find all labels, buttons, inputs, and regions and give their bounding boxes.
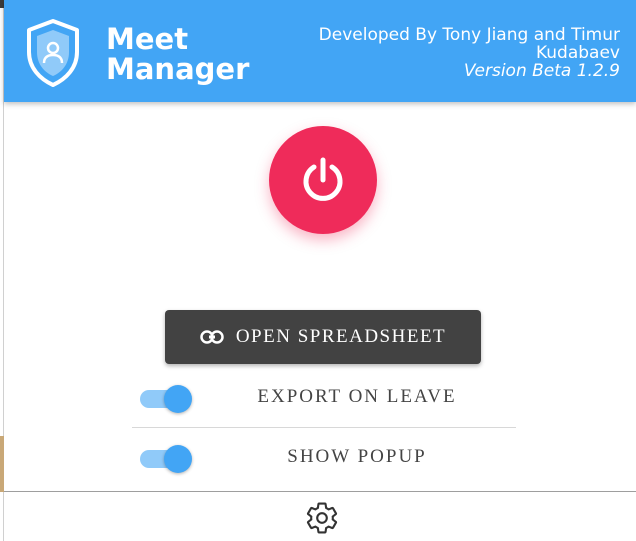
toggle-knob — [164, 385, 192, 413]
export-on-leave-row: EXPORT ON LEAVE — [132, 368, 516, 426]
show-popup-row: SHOW POPUP — [132, 428, 516, 486]
credits: Developed By Tony Jiang and Timur Kudaba… — [290, 26, 620, 80]
open-spreadsheet-button[interactable]: OPEN SPREADSHEET — [165, 310, 481, 364]
app-title-line1: Meet — [106, 22, 189, 56]
version-label: Version Beta 1.2.9 — [463, 61, 620, 81]
shield-user-icon — [24, 18, 82, 88]
show-popup-toggle[interactable] — [140, 444, 192, 473]
app-title-line2: Manager — [106, 52, 250, 86]
power-button[interactable] — [269, 126, 377, 234]
gear-icon[interactable] — [304, 500, 340, 536]
developer-credits: Developed By Tony Jiang and Timur Kudaba… — [318, 25, 620, 63]
link-icon — [200, 330, 224, 344]
app-title: Meet Manager — [106, 24, 249, 84]
open-spreadsheet-label: OPEN SPREADSHEET — [235, 326, 447, 347]
toggle-knob — [164, 445, 192, 473]
extension-popup: Meet Manager Developed By Tony Jiang and… — [4, 0, 636, 541]
header: Meet Manager Developed By Tony Jiang and… — [4, 0, 636, 102]
footer-divider — [4, 491, 636, 492]
power-icon — [303, 157, 343, 201]
show-popup-label: SHOW POPUP — [287, 446, 427, 467]
export-on-leave-toggle[interactable] — [140, 384, 192, 413]
export-on-leave-label: EXPORT ON LEAVE — [257, 386, 457, 407]
